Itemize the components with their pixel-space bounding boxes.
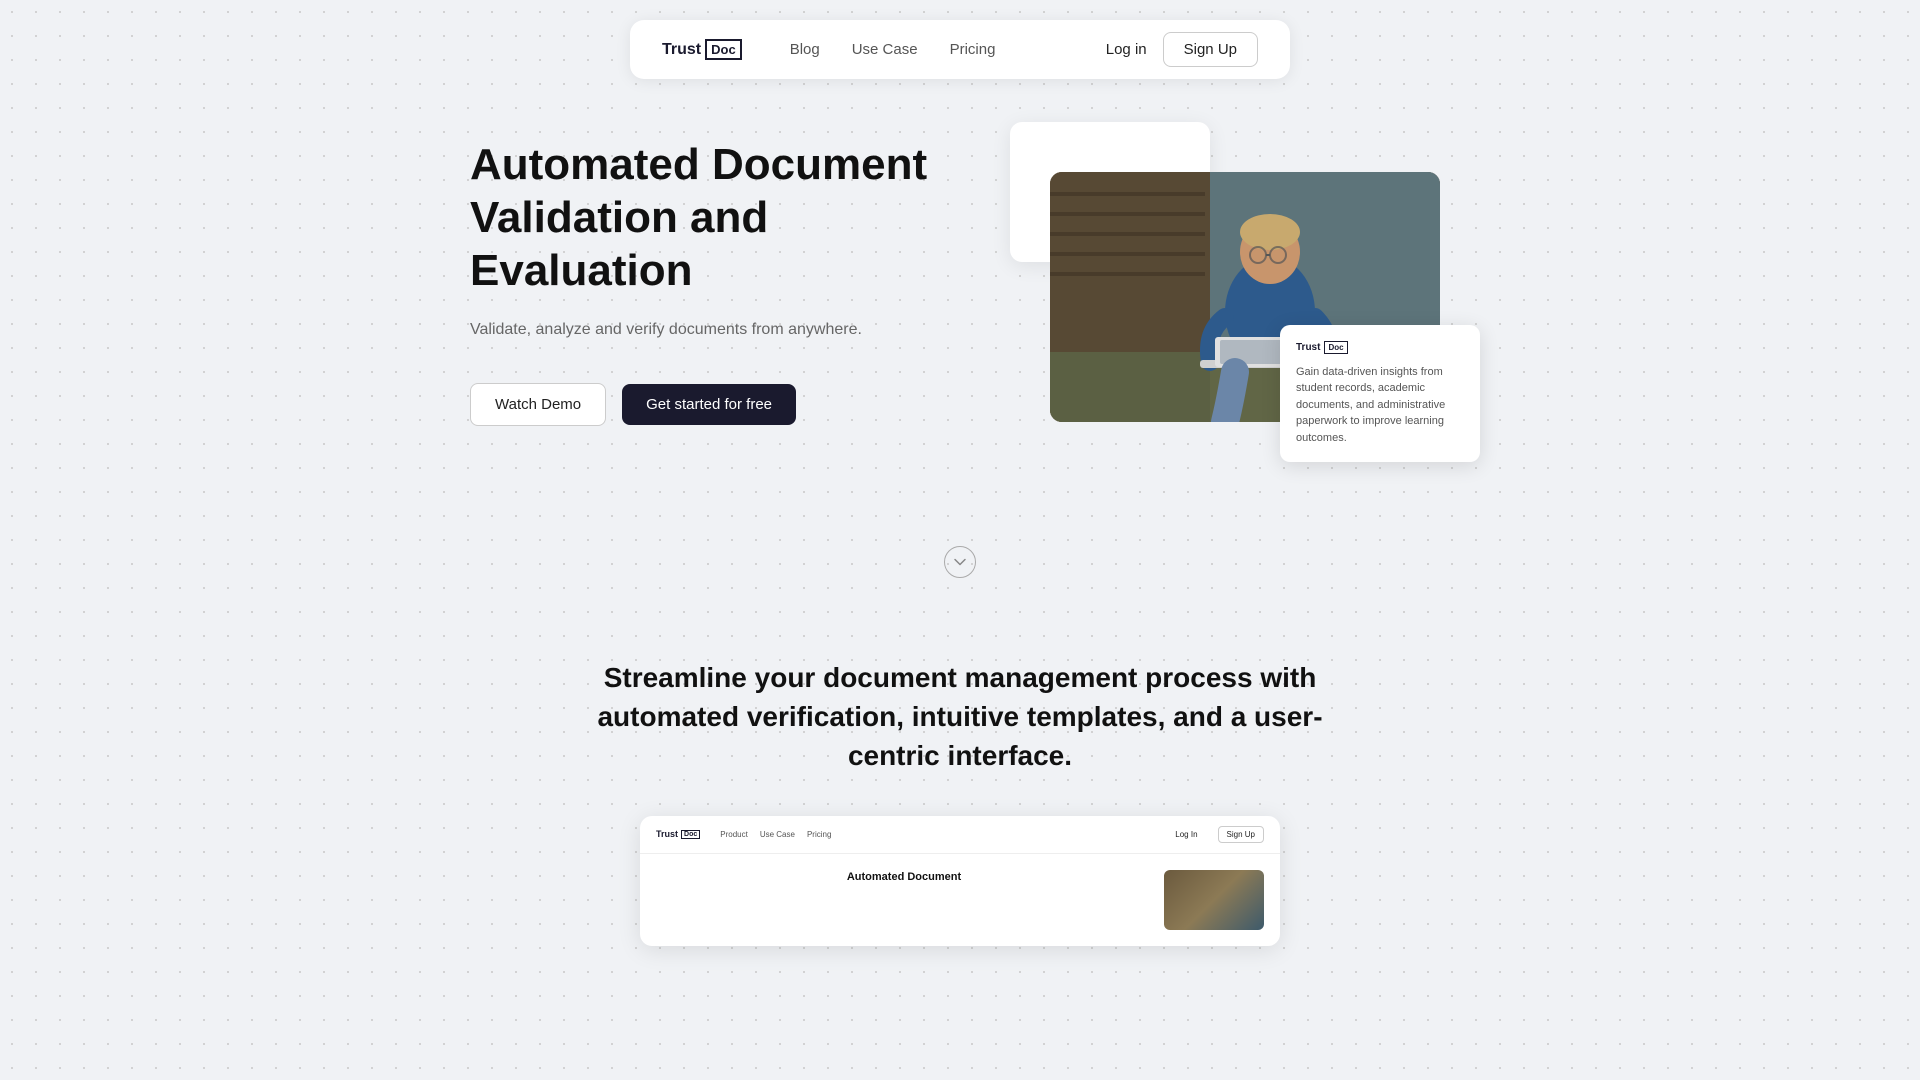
info-card-logo-trust: Trust [1296,342,1320,353]
mini-hero-title: Automated Document [656,870,1152,884]
hero-subtitle: Validate, analyze and verify documents f… [470,317,940,343]
nav-use-case[interactable]: Use Case [852,41,918,58]
nav-links: Blog Use Case Pricing [790,41,1058,58]
hero-right: Trust Doc Gain data-driven insights from… [980,142,1450,422]
mini-hero-content: Automated Document [640,854,1280,946]
info-card-logo: Trust Doc [1296,341,1464,354]
mini-logo: Trust Doc [656,829,700,839]
section-two-title: Streamline your document management proc… [570,658,1350,776]
mini-hero-left: Automated Document [656,870,1152,930]
logo-doc: Doc [705,39,742,60]
watch-demo-button[interactable]: Watch Demo [470,383,606,426]
nav-blog[interactable]: Blog [790,41,820,58]
mini-nav-use-case: Use Case [760,830,795,839]
scroll-chevron-button[interactable] [944,546,976,578]
section-two: Streamline your document management proc… [0,638,1920,986]
hero-left: Automated Document Validation and Evalua… [470,139,940,426]
mini-signup: Sign Up [1218,826,1264,843]
scroll-indicator [0,546,1920,578]
logo[interactable]: Trust Doc [662,39,742,60]
mini-nav-product: Product [720,830,748,839]
logo-trust: Trust [662,41,701,59]
login-button[interactable]: Log in [1106,41,1147,58]
mini-hero-right [1164,870,1264,930]
navbar: Trust Doc Blog Use Case Pricing Log in S… [630,20,1290,79]
navbar-wrapper: Trust Doc Blog Use Case Pricing Log in S… [0,0,1920,79]
hero-section: Automated Document Validation and Evalua… [410,79,1510,466]
info-card: Trust Doc Gain data-driven insights from… [1280,325,1480,463]
mini-nav-links: Product Use Case Pricing [720,830,1155,839]
chevron-down-icon [953,555,967,569]
nav-pricing[interactable]: Pricing [950,41,996,58]
hero-title: Automated Document Validation and Evalua… [470,139,940,297]
info-card-text: Gain data-driven insights from student r… [1296,364,1464,447]
mini-logo-doc: Doc [681,830,700,839]
nav-actions: Log in Sign Up [1106,32,1258,67]
mini-nav-pricing: Pricing [807,830,831,839]
signup-button[interactable]: Sign Up [1163,32,1258,67]
mini-logo-trust: Trust [656,829,678,839]
mini-preview: Trust Doc Product Use Case Pricing Log I… [640,816,1280,946]
get-started-button[interactable]: Get started for free [622,384,796,425]
mini-preview-nav: Trust Doc Product Use Case Pricing Log I… [640,816,1280,854]
mini-login: Log In [1175,830,1197,839]
hero-buttons: Watch Demo Get started for free [470,383,940,426]
info-card-logo-doc: Doc [1324,341,1347,354]
